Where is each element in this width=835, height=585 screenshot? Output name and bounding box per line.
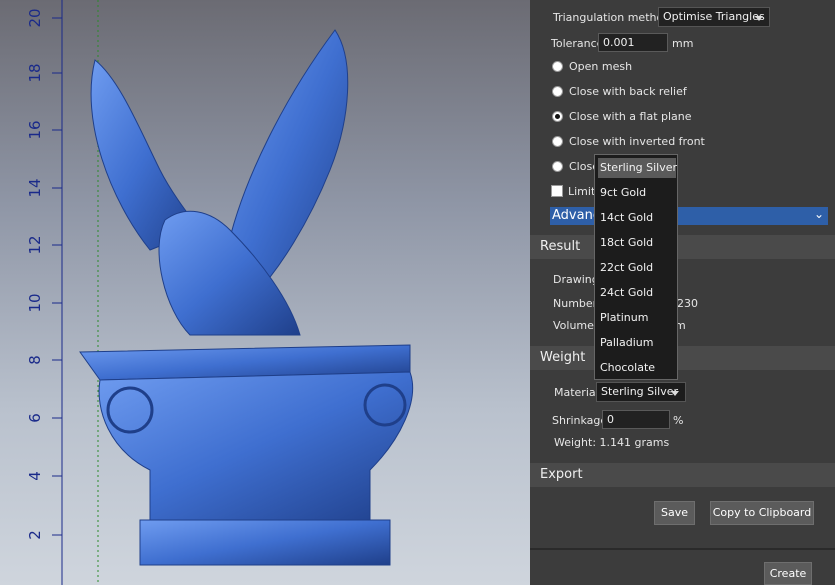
copy-to-clipboard-button[interactable]: Copy to Clipboard	[710, 501, 814, 525]
number-label: Number	[553, 297, 598, 310]
material-select[interactable]: Sterling Silver	[596, 382, 686, 402]
material-option[interactable]: Sterling Silver	[598, 158, 677, 178]
divider	[530, 548, 835, 550]
material-option[interactable]: 22ct Gold	[598, 258, 676, 278]
material-option[interactable]: 14ct Gold	[598, 208, 676, 228]
shrinkage-input[interactable]: 0	[602, 410, 670, 429]
option-radio[interactable]	[552, 161, 563, 172]
limit-label: Limit	[568, 185, 596, 198]
save-button[interactable]: Save	[654, 501, 695, 525]
material-option[interactable]: Chocolate	[598, 358, 676, 378]
option-radio[interactable]	[552, 111, 563, 122]
option-label: Close with back relief	[569, 85, 687, 98]
shrinkage-label: Shrinkage	[552, 414, 608, 427]
triangulation-select[interactable]: Optimise Triangles	[658, 7, 770, 27]
tolerance-unit: mm	[672, 37, 694, 50]
weight-title: Weight	[540, 350, 586, 365]
tolerance-input[interactable]: 0.001	[598, 33, 668, 52]
material-value: Sterling Silver	[601, 385, 679, 398]
material-option[interactable]: 24ct Gold	[598, 283, 676, 303]
triangulation-label: Triangulation method	[553, 11, 671, 24]
result-section-header[interactable]: Result	[530, 235, 835, 259]
weight-section-header[interactable]: Weight	[530, 346, 835, 370]
option-radio[interactable]	[552, 136, 563, 147]
export-section-header[interactable]: Export	[530, 463, 835, 487]
option-label: Close with inverted front	[569, 135, 705, 148]
material-option[interactable]: Palladium	[598, 333, 676, 353]
result-title: Result	[540, 239, 581, 254]
tolerance-label: Tolerance	[551, 37, 604, 50]
option-radio[interactable]	[552, 86, 563, 97]
create-button[interactable]: Create	[764, 562, 812, 585]
limit-checkbox[interactable]	[551, 185, 563, 197]
material-label: Material	[554, 386, 599, 399]
chevron-down-icon	[671, 391, 679, 396]
material-option[interactable]: 18ct Gold	[598, 233, 676, 253]
export-title: Export	[540, 467, 583, 482]
triangulation-value: Optimise Triangles	[663, 10, 765, 23]
3d-viewport[interactable]: 20 18 16 14 12 10 8 6 4 2	[0, 0, 530, 585]
shrinkage-unit: %	[673, 414, 684, 427]
eagle-model	[79, 29, 414, 566]
option-label: Close with a flat plane	[569, 110, 692, 123]
advanced-label: Advanc	[552, 208, 600, 223]
material-option[interactable]: Platinum	[598, 308, 676, 328]
weight-readout: Weight: 1.141 grams	[554, 436, 670, 449]
material-dropdown-list[interactable]: Sterling Silver 9ct Gold 14ct Gold 18ct Gol…	[594, 154, 678, 380]
volume-label: Volume:	[553, 319, 598, 332]
chevron-down-icon: ⌄	[813, 207, 824, 221]
chevron-down-icon	[755, 16, 763, 21]
material-option[interactable]: 9ct Gold	[598, 183, 676, 203]
option-radio[interactable]	[552, 61, 563, 72]
properties-panel: Triangulation method Optimise Triangles …	[530, 0, 835, 585]
option-label: Open mesh	[569, 60, 633, 73]
advanced-expander[interactable]: Advanc ⌄	[550, 207, 828, 225]
drawing-label: Drawing	[553, 273, 599, 286]
